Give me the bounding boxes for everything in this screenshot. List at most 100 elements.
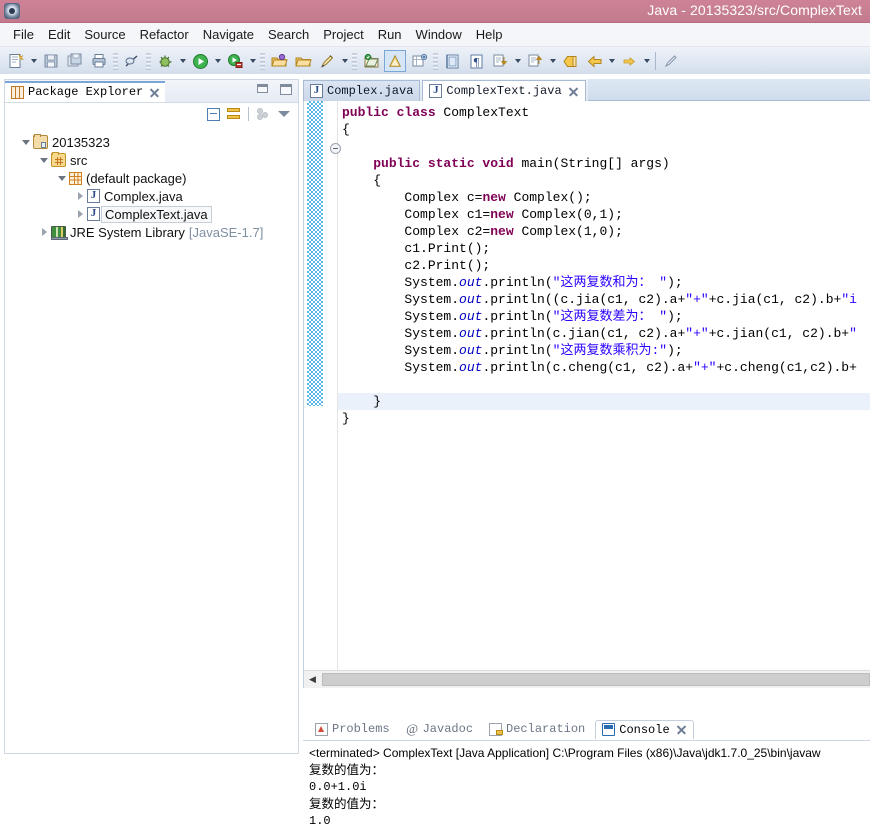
twisty-closed-icon[interactable] bbox=[73, 192, 87, 200]
close-icon[interactable] bbox=[568, 86, 579, 97]
tab-console[interactable]: Console bbox=[595, 719, 694, 739]
open-declaration-icon[interactable] bbox=[441, 50, 463, 72]
menu-item-file[interactable]: File bbox=[6, 25, 41, 44]
menu-item-help[interactable]: Help bbox=[469, 25, 510, 44]
workbench-main: Package Explorer 20135323 src (default p… bbox=[0, 74, 870, 833]
run-external-tools-icon[interactable] bbox=[224, 50, 246, 72]
package-icon bbox=[69, 171, 82, 185]
last-edit-location-icon[interactable] bbox=[559, 50, 581, 72]
tab-problems[interactable]: Problems bbox=[309, 720, 396, 739]
collapse-fold-icon[interactable] bbox=[330, 143, 341, 154]
maximize-icon[interactable] bbox=[280, 84, 292, 95]
toggle-mark-occurrences-icon[interactable]: ¶ bbox=[465, 50, 487, 72]
twisty-open-icon[interactable] bbox=[19, 139, 33, 145]
code-line: Complex c1=new Complex(0,1); bbox=[342, 207, 623, 222]
minimize-icon[interactable] bbox=[257, 84, 268, 93]
tree-item-complex-java[interactable]: Complex.java bbox=[5, 187, 298, 205]
run-dropdown-icon[interactable] bbox=[212, 50, 223, 72]
tree-item-sublabel: [JavaSE-1.7] bbox=[188, 224, 264, 240]
forward-icon[interactable] bbox=[618, 50, 640, 72]
next-annotation-dropdown-icon[interactable] bbox=[512, 50, 523, 72]
menu-item-search[interactable]: Search bbox=[261, 25, 316, 44]
tree-item-src[interactable]: src bbox=[5, 151, 298, 169]
console-view: Problems @ Javadoc Declaration Console <… bbox=[303, 718, 870, 833]
console-tab-label: Problems bbox=[332, 722, 390, 736]
close-icon[interactable] bbox=[149, 87, 160, 98]
java-file-icon bbox=[87, 189, 100, 203]
scroll-left-icon[interactable]: ◀ bbox=[304, 671, 321, 688]
new-wizard-dropdown-icon[interactable] bbox=[28, 50, 39, 72]
link-with-editor-icon[interactable] bbox=[225, 105, 243, 123]
collapse-all-icon[interactable] bbox=[204, 105, 222, 123]
open-type-icon[interactable] bbox=[268, 50, 290, 72]
code-line: System.out.println((c.jia(c1, c2).a+"+"+… bbox=[342, 292, 857, 307]
tab-declaration[interactable]: Declaration bbox=[483, 720, 591, 739]
java-file-icon bbox=[310, 84, 323, 98]
menu-item-edit[interactable]: Edit bbox=[41, 25, 77, 44]
tree-item-project[interactable]: 20135323 bbox=[5, 133, 298, 151]
twisty-open-icon[interactable] bbox=[37, 157, 51, 163]
code-line: System.out.println("这两复数乘积为:"); bbox=[342, 343, 683, 358]
tab-complex-java[interactable]: Complex.java bbox=[303, 80, 421, 101]
menu-item-project[interactable]: Project bbox=[316, 25, 370, 44]
twisty-closed-icon[interactable] bbox=[73, 210, 87, 218]
close-icon[interactable] bbox=[676, 724, 687, 735]
search-dropdown-icon[interactable] bbox=[339, 50, 350, 72]
pin-editor-icon[interactable] bbox=[660, 50, 682, 72]
menu-item-refactor[interactable]: Refactor bbox=[133, 25, 196, 44]
search-icon[interactable] bbox=[316, 50, 338, 72]
new-package-icon[interactable] bbox=[408, 50, 430, 72]
tree-item-label: ComplexText.java bbox=[101, 205, 212, 223]
toolbar-separator bbox=[113, 52, 118, 70]
code-editor[interactable]: public class ComplexText { public static … bbox=[303, 101, 870, 688]
view-menu-icon[interactable] bbox=[275, 105, 293, 123]
debug-icon[interactable] bbox=[154, 50, 176, 72]
focus-on-active-task-icon[interactable] bbox=[254, 105, 272, 123]
console-output[interactable]: <terminated> ComplexText [Java Applicati… bbox=[303, 741, 870, 830]
menu-item-window[interactable]: Window bbox=[409, 25, 469, 44]
tab-package-explorer[interactable]: Package Explorer bbox=[5, 80, 166, 102]
menu-item-run[interactable]: Run bbox=[371, 25, 409, 44]
code-line: System.out.println("这两复数差为： "); bbox=[342, 309, 683, 324]
editor-tab-label: ComplexText.java bbox=[446, 84, 562, 98]
new-java-class-icon[interactable] bbox=[384, 50, 406, 72]
new-wizard-icon[interactable] bbox=[5, 50, 27, 72]
save-icon[interactable] bbox=[40, 50, 62, 72]
new-java-project-icon[interactable] bbox=[360, 50, 382, 72]
print-icon[interactable] bbox=[88, 50, 110, 72]
tree-item-jre-system-library[interactable]: JRE System Library [JavaSE-1.7] bbox=[5, 223, 298, 241]
tree-item-complextext-java[interactable]: ComplexText.java bbox=[5, 205, 298, 223]
twisty-closed-icon[interactable] bbox=[37, 228, 51, 236]
previous-annotation-dropdown-icon[interactable] bbox=[547, 50, 558, 72]
debug-dropdown-icon[interactable] bbox=[177, 50, 188, 72]
run-icon[interactable] bbox=[189, 50, 211, 72]
back-dropdown-icon[interactable] bbox=[606, 50, 617, 72]
eclipse-icon bbox=[4, 3, 20, 19]
editor-horizontal-scrollbar[interactable]: ◀ bbox=[304, 670, 870, 688]
code-line: public class ComplexText bbox=[342, 105, 530, 120]
toolbar-separator-3 bbox=[260, 52, 265, 70]
code-line: } bbox=[342, 411, 350, 426]
twisty-open-icon[interactable] bbox=[55, 175, 69, 181]
package-explorer-tab-label: Package Explorer bbox=[28, 85, 144, 99]
save-all-icon[interactable] bbox=[64, 50, 86, 72]
tab-javadoc[interactable]: @ Javadoc bbox=[400, 720, 479, 739]
menu-item-navigate[interactable]: Navigate bbox=[196, 25, 261, 44]
source-code-text[interactable]: public class ComplexText { public static … bbox=[342, 104, 857, 427]
code-line: { bbox=[342, 173, 382, 188]
code-line: Complex c2=new Complex(1,0); bbox=[342, 224, 623, 239]
tree-item-default-package[interactable]: (default package) bbox=[5, 169, 298, 187]
editor-area: Complex.java ComplexText.java public cla… bbox=[303, 79, 870, 706]
back-icon[interactable] bbox=[583, 50, 605, 72]
toggle-breakpoint-icon[interactable] bbox=[121, 50, 143, 72]
scrollbar-thumb[interactable] bbox=[322, 673, 870, 686]
forward-dropdown-icon[interactable] bbox=[641, 50, 652, 72]
next-annotation-icon[interactable] bbox=[489, 50, 511, 72]
menu-item-source[interactable]: Source bbox=[77, 25, 132, 44]
menu-bar: File Edit Source Refactor Navigate Searc… bbox=[0, 23, 870, 47]
open-task-icon[interactable] bbox=[292, 50, 314, 72]
run-external-dropdown-icon[interactable] bbox=[247, 50, 258, 72]
code-line: } bbox=[342, 394, 382, 409]
tab-complextext-java[interactable]: ComplexText.java bbox=[422, 80, 586, 101]
previous-annotation-icon[interactable] bbox=[524, 50, 546, 72]
